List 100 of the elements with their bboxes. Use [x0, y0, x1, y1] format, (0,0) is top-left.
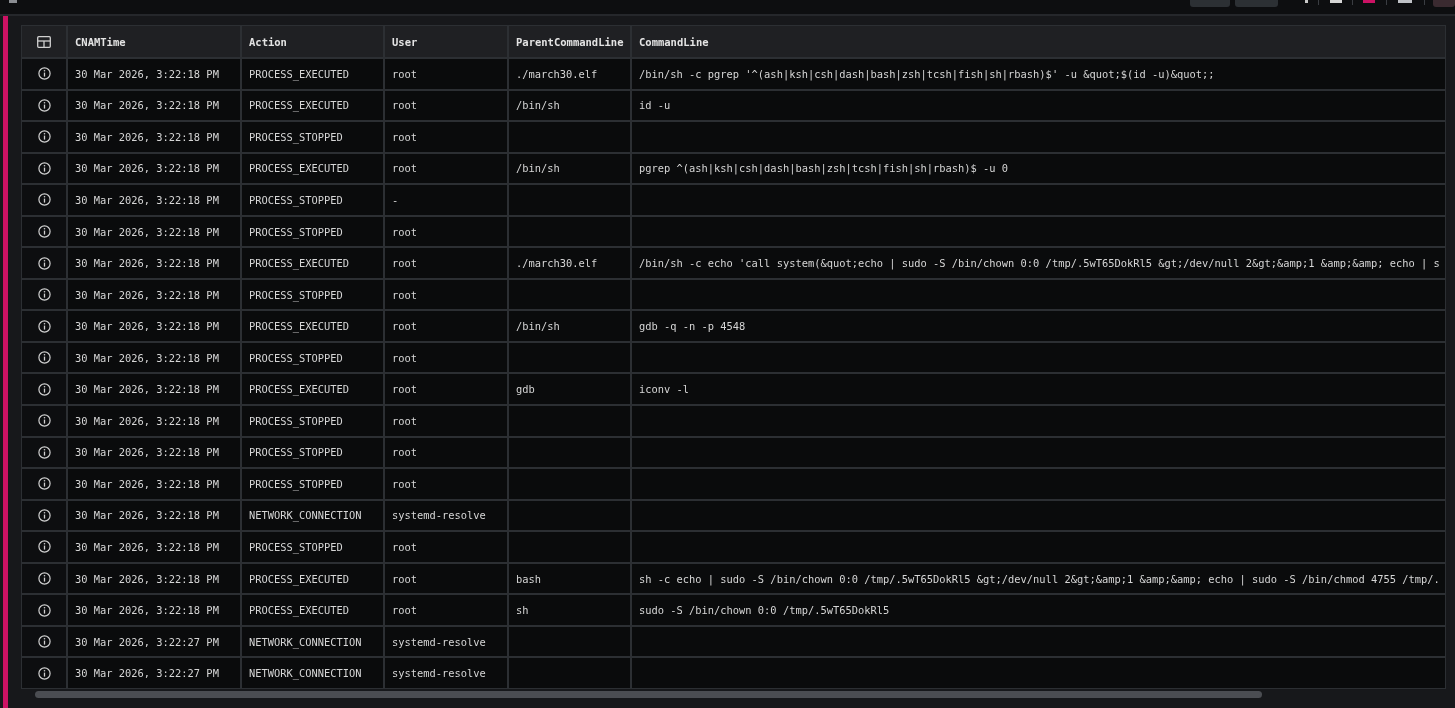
info-icon[interactable]: [37, 98, 51, 112]
info-icon[interactable]: [37, 477, 51, 491]
header-icon: [9, 0, 17, 3]
table-cell: -: [385, 185, 507, 215]
info-icon[interactable]: [37, 67, 51, 81]
info-icon[interactable]: [37, 666, 51, 680]
table-cell: root: [385, 153, 507, 184]
table-cell: NETWORK_CONNECTION: [242, 658, 383, 688]
scrollbar-thumb[interactable]: [35, 690, 1262, 698]
table-cell: root: [385, 122, 507, 152]
column-header[interactable]: Action: [242, 26, 383, 57]
table-cell: PROCESS_STOPPED: [242, 406, 383, 436]
info-icon[interactable]: [37, 382, 51, 396]
table-cell: sh -c echo | sudo -S /bin/chown 0:0 /tmp/.5wT65DokRl5 &gt;/dev/null 2&gt;&amp;1 &amp;&amp; echo | sudo -S /bin/chmod 4755 /tmp/.: [632, 563, 1445, 594]
table-cell: 30 Mar 2026, 3:22:18 PM: [68, 279, 240, 310]
table-cell: 30 Mar 2026, 3:22:18 PM: [68, 406, 240, 436]
table-cell: PROCESS_EXECUTED: [242, 595, 383, 625]
table-cell: iconv -l: [632, 374, 1445, 404]
table-cell: PROCESS_STOPPED: [242, 469, 383, 499]
table-cell: 30 Mar 2026, 3:22:18 PM: [68, 311, 240, 341]
table-cell: root: [385, 532, 507, 562]
info-icon[interactable]: [37, 414, 51, 428]
table-cell: bash: [509, 563, 630, 594]
table-cell: root: [385, 469, 507, 499]
info-icon[interactable]: [37, 635, 51, 649]
table-cell: gdb -q -n -p 4548: [632, 311, 1445, 341]
table-cell: PROCESS_EXECUTED: [242, 374, 383, 404]
info-icon[interactable]: [37, 351, 51, 365]
grid-icon[interactable]: [37, 35, 51, 48]
table-cell: PROCESS_STOPPED: [242, 342, 383, 373]
info-icon[interactable]: [37, 445, 51, 459]
table-cell: 30 Mar 2026, 3:22:18 PM: [68, 216, 240, 247]
table-cell: root: [385, 248, 507, 278]
column-header[interactable]: CNAMTime: [68, 26, 240, 57]
table-cell: PROCESS_EXECUTED: [242, 59, 383, 89]
info-icon[interactable]: [37, 572, 51, 585]
table-cell: 30 Mar 2026, 3:22:18 PM: [68, 374, 240, 404]
table-cell: systemd-resolve: [385, 500, 507, 531]
info-icon[interactable]: [37, 288, 51, 302]
table-cell: root: [385, 563, 507, 594]
table-cell: 30 Mar 2026, 3:22:18 PM: [68, 90, 240, 121]
table-cell: root: [385, 279, 507, 310]
table-cell: ./march30.elf: [509, 59, 630, 89]
table-cell: root: [385, 216, 507, 247]
table-cell: root: [385, 59, 507, 89]
table-cell: PROCESS_STOPPED: [242, 185, 383, 215]
table-cell: 30 Mar 2026, 3:22:18 PM: [68, 122, 240, 152]
info-icon[interactable]: [37, 193, 51, 207]
table-cell: NETWORK_CONNECTION: [242, 626, 383, 657]
table-cell: PROCESS_STOPPED: [242, 437, 383, 468]
table-cell: 30 Mar 2026, 3:22:18 PM: [68, 437, 240, 468]
column-header[interactable]: User: [385, 26, 507, 57]
table-cell: 30 Mar 2026, 3:22:18 PM: [68, 532, 240, 562]
table-cell: /bin/sh -c pgrep '^(ash|ksh|csh|dash|bash|zsh|tcsh|fish|sh|rbash)$' -u &quot;$(id -u)&quot;;: [632, 59, 1445, 89]
column-header[interactable]: ParentCommandLine: [509, 26, 630, 57]
column-header[interactable]: CommandLine: [632, 26, 1445, 57]
table-cell: PROCESS_STOPPED: [242, 279, 383, 310]
table-cell: id -u: [632, 90, 1445, 121]
table-cell: /bin/sh: [509, 153, 630, 184]
table-cell: 30 Mar 2026, 3:22:18 PM: [68, 342, 240, 373]
table-cell: 30 Mar 2026, 3:22:27 PM: [68, 658, 240, 688]
table-cell: root: [385, 437, 507, 468]
table-cell: root: [385, 342, 507, 373]
table-cell: 30 Mar 2026, 3:22:18 PM: [68, 153, 240, 184]
table-cell: 30 Mar 2026, 3:22:18 PM: [68, 248, 240, 278]
table-cell: root: [385, 595, 507, 625]
table-cell: 30 Mar 2026, 3:22:18 PM: [68, 563, 240, 594]
table-cell: ./march30.elf: [509, 248, 630, 278]
table-cell: PROCESS_EXECUTED: [242, 153, 383, 184]
table-cell: PROCESS_EXECUTED: [242, 311, 383, 341]
table-cell: /bin/sh: [509, 311, 630, 341]
info-icon[interactable]: [37, 508, 51, 522]
column-header[interactable]: [22, 26, 66, 57]
table-cell: PROCESS_EXECUTED: [242, 248, 383, 278]
info-icon[interactable]: [37, 256, 51, 270]
table-cell: systemd-resolve: [385, 658, 507, 688]
table-cell: PROCESS_EXECUTED: [242, 90, 383, 121]
info-icon[interactable]: [37, 603, 51, 617]
table-cell: gdb: [509, 374, 630, 404]
table-cell: /bin/sh -c echo 'call system(&quot;echo | sudo -S /bin/chown 0:0 /tmp/.5wT65DokRl5 &gt;/dev/null 2&gt;&amp;1 &amp;&amp; echo | s: [632, 248, 1445, 278]
table-cell: 30 Mar 2026, 3:22:18 PM: [68, 59, 240, 89]
info-icon[interactable]: [37, 540, 51, 554]
table-cell: 30 Mar 2026, 3:22:18 PM: [68, 185, 240, 215]
table-cell: pgrep ^(ash|ksh|csh|dash|bash|zsh|tcsh|fish|sh|rbash)$ -u 0: [632, 153, 1445, 184]
table-cell: root: [385, 90, 507, 121]
table-cell: PROCESS_STOPPED: [242, 532, 383, 562]
table-cell: PROCESS_STOPPED: [242, 216, 383, 247]
info-icon[interactable]: [37, 319, 51, 333]
info-icon[interactable]: [37, 161, 51, 175]
table-cell: PROCESS_EXECUTED: [242, 563, 383, 594]
table-cell: 30 Mar 2026, 3:22:18 PM: [68, 595, 240, 625]
info-icon[interactable]: [37, 130, 51, 144]
info-icon[interactable]: [37, 225, 51, 238]
table-cell: 30 Mar 2026, 3:22:27 PM: [68, 626, 240, 657]
table-cell: systemd-resolve: [385, 626, 507, 657]
table-cell: root: [385, 374, 507, 404]
table-cell: root: [385, 406, 507, 436]
table-cell: PROCESS_STOPPED: [242, 122, 383, 152]
table-cell: sudo -S /bin/chown 0:0 /tmp/.5wT65DokRl5: [632, 595, 1445, 625]
table-cell: 30 Mar 2026, 3:22:18 PM: [68, 469, 240, 499]
